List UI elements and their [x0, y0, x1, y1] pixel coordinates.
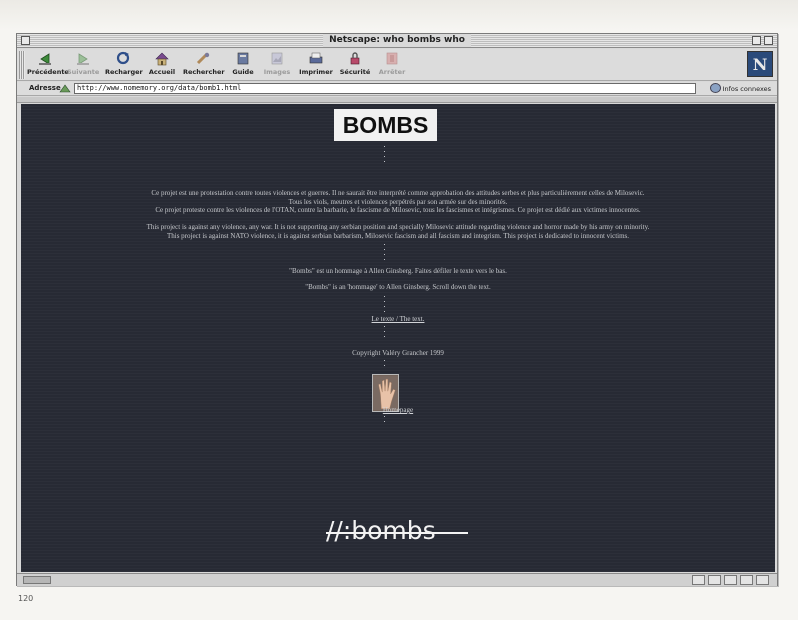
- back-arrow-icon: [39, 53, 51, 65]
- security-button[interactable]: Sécurité: [339, 51, 371, 79]
- guide-icon: [237, 52, 249, 65]
- wordmark-strikethrough: [326, 532, 468, 534]
- guide-button[interactable]: Guide: [229, 51, 257, 79]
- hommage-english: "Bombs" is an 'hommage' to Allen Ginsber…: [305, 283, 491, 291]
- component-bar: [673, 575, 769, 585]
- search-button[interactable]: Rechercher: [183, 51, 225, 79]
- dotted-separator: [384, 360, 386, 370]
- window-title: Netscape: who bombs who: [323, 34, 471, 47]
- related-info-icon: [709, 83, 721, 93]
- home-button[interactable]: Accueil: [147, 51, 177, 79]
- hommage-french: "Bombs" est un hommage à Allen Ginsberg.…: [289, 267, 507, 275]
- dotted-separator: [384, 416, 386, 426]
- reload-button[interactable]: Recharger: [105, 51, 143, 79]
- netscape-throbber[interactable]: N: [747, 51, 773, 77]
- composer-component-icon[interactable]: [740, 575, 753, 585]
- print-icon: [309, 52, 323, 64]
- book-page-number: 120: [18, 594, 34, 603]
- personal-toolbar-collapsed[interactable]: [17, 97, 777, 103]
- back-button[interactable]: Précédente: [27, 51, 69, 79]
- browser-window: Netscape: who bombs who Précédente Suiva…: [16, 33, 778, 586]
- images-button[interactable]: Images: [263, 51, 291, 79]
- stop-icon: [386, 52, 398, 65]
- mail-component-icon[interactable]: [708, 575, 721, 585]
- navigator-component-icon[interactable]: [692, 575, 705, 585]
- status-bar: [17, 573, 777, 586]
- security-lock-icon: [350, 52, 360, 65]
- page-content: BOMBS Ce projet est une protestation con…: [21, 104, 775, 572]
- text-link-row: Le texte / The text.: [21, 315, 775, 324]
- address-label: Adresse: [29, 84, 61, 92]
- bombs-logo: BOMBS: [334, 109, 437, 141]
- bombs-wordmark: //:bombs: [326, 516, 436, 545]
- print-button[interactable]: Imprimer: [299, 51, 333, 79]
- forward-arrow-icon: [77, 53, 89, 65]
- search-icon: [196, 52, 210, 65]
- collapse-box-icon[interactable]: [764, 36, 773, 45]
- navigation-toolbar: Précédente Suivante Recharger Accueil Re…: [17, 49, 777, 81]
- french-line: Ce projet est une protestation contre to…: [151, 189, 645, 197]
- stop-button[interactable]: Arrêter: [377, 51, 407, 79]
- dotted-separator: [384, 296, 386, 316]
- english-statement: This project is against any violence, an…: [21, 223, 775, 240]
- zoom-box-icon[interactable]: [752, 36, 761, 45]
- title-bar[interactable]: Netscape: who bombs who: [17, 34, 777, 48]
- french-line: Ce projet proteste contre les violences …: [155, 206, 641, 214]
- dotted-separator: [384, 244, 386, 264]
- homepage-link-row: Homepage: [21, 406, 775, 415]
- address-bar: Adresse http://www.nomemory.org/data/bom…: [17, 82, 777, 96]
- news-component-icon[interactable]: [724, 575, 737, 585]
- url-field[interactable]: http://www.nomemory.org/data/bomb1.html: [74, 83, 696, 94]
- homepage-link[interactable]: Homepage: [383, 406, 413, 414]
- page-proxy-icon[interactable]: [59, 83, 71, 94]
- related-info-button[interactable]: Infos connexes: [709, 83, 771, 95]
- page-top-margin: [0, 0, 798, 30]
- security-status-icon[interactable]: [23, 576, 51, 584]
- french-line: Tous les viols, meutres et violences per…: [288, 197, 508, 206]
- close-box-icon[interactable]: [21, 36, 30, 45]
- dotted-separator: [384, 146, 386, 166]
- resize-grip-icon[interactable]: [756, 575, 769, 585]
- french-statement: Ce projet est une protestation contre to…: [21, 189, 775, 215]
- forward-button[interactable]: Suivante: [67, 51, 99, 79]
- home-icon: [155, 52, 169, 66]
- copyright-text: Copyright Valéry Grancher 1999: [352, 349, 444, 357]
- english-line: This project is against NATO violence, i…: [166, 231, 630, 240]
- text-link[interactable]: Le texte / The text.: [372, 315, 425, 323]
- toolbar-grip[interactable]: [19, 51, 25, 79]
- images-icon: [271, 52, 283, 65]
- reload-icon: [116, 51, 130, 65]
- english-line: This project is against any violence, an…: [146, 223, 650, 231]
- related-info-label: Infos connexes: [722, 85, 771, 93]
- dotted-separator: [384, 326, 386, 341]
